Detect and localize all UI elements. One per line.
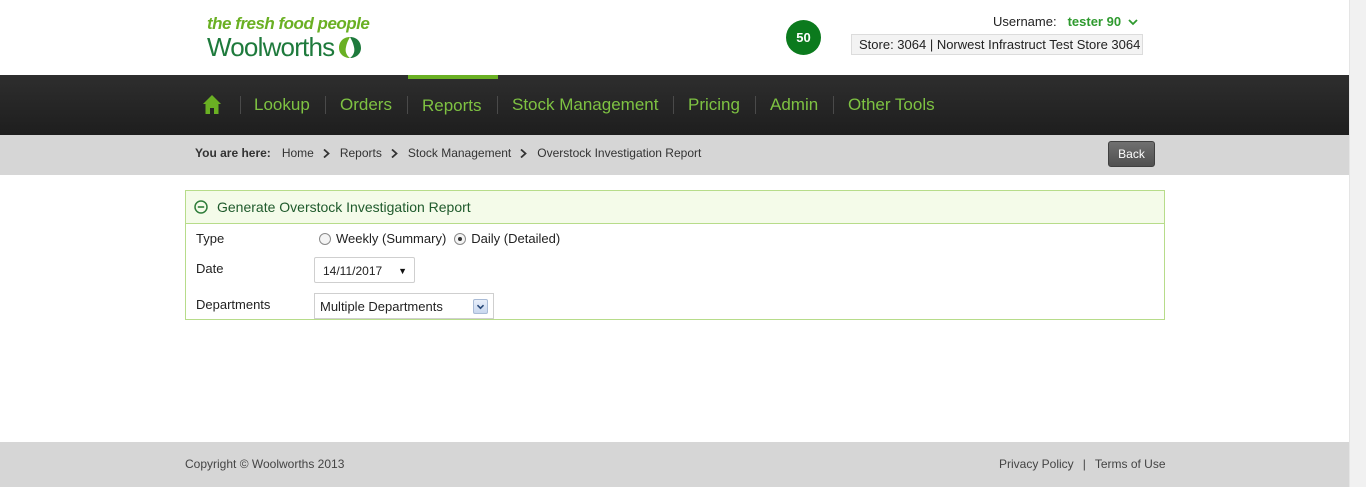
nav-item-reports[interactable]: Reports	[422, 96, 482, 116]
departments-select[interactable]: Multiple Departments	[314, 293, 494, 319]
copyright-text: Copyright © Woolworths 2013	[185, 457, 345, 471]
breadcrumb-prefix: You are here:	[195, 146, 271, 160]
radio-weekly-summary-label[interactable]: Weekly (Summary)	[336, 231, 446, 246]
nav-item-admin[interactable]: Admin	[770, 95, 818, 115]
store-selector[interactable]: Store: 3064 | Norwest Infrastruct Test S…	[851, 34, 1143, 55]
chevron-down-icon[interactable]	[473, 299, 488, 314]
breadcrumb-item-stock-management[interactable]: Stock Management	[408, 146, 511, 160]
breadcrumb: You are here: Home Reports Stock Managem…	[195, 146, 701, 160]
chevron-right-icon	[323, 148, 330, 158]
woolworths-mark-icon	[339, 37, 362, 58]
vertical-scrollbar[interactable]	[1349, 0, 1366, 487]
departments-label: Departments	[196, 297, 271, 312]
panel-header[interactable]: Generate Overstock Investigation Report	[186, 191, 1164, 224]
notification-count-badge[interactable]: 50	[786, 20, 821, 55]
breadcrumb-bar: You are here: Home Reports Stock Managem…	[0, 135, 1349, 175]
user-menu[interactable]: Username: tester 90	[993, 14, 1138, 29]
logo-brand-name: Woolworths	[207, 32, 335, 62]
radio-daily-detailed[interactable]	[454, 232, 467, 245]
breadcrumb-item-reports[interactable]: Reports	[340, 146, 382, 160]
chevron-right-icon	[391, 148, 398, 158]
panel-title: Generate Overstock Investigation Report	[217, 199, 471, 215]
nav-item-stock-management[interactable]: Stock Management	[512, 95, 658, 115]
type-radio-group: Weekly (Summary) Daily (Detailed)	[319, 231, 560, 246]
footer: Copyright © Woolworths 2013 Privacy Poli…	[0, 442, 1349, 487]
departments-value: Multiple Departments	[320, 299, 443, 314]
chevron-down-icon[interactable]	[1128, 17, 1138, 27]
username-value[interactable]: tester 90	[1068, 14, 1121, 29]
main-nav: Lookup Orders Reports Stock Management P…	[0, 75, 1349, 135]
header: the fresh food people Woolworths 50 User…	[0, 0, 1349, 75]
chevron-right-icon	[520, 148, 528, 158]
report-panel: Generate Overstock Investigation Report …	[185, 190, 1165, 320]
privacy-policy-link[interactable]: Privacy Policy	[999, 457, 1074, 471]
woolworths-logo[interactable]: the fresh food people Woolworths	[207, 14, 370, 62]
back-button[interactable]: Back	[1108, 141, 1155, 167]
radio-daily-detailed-label[interactable]: Daily (Detailed)	[471, 231, 560, 246]
nav-item-lookup[interactable]: Lookup	[254, 95, 310, 115]
date-picker[interactable]: 14/11/2017 ▼	[314, 257, 415, 283]
breadcrumb-item-current: Overstock Investigation Report	[537, 146, 702, 160]
type-label: Type	[196, 231, 225, 246]
breadcrumb-item-home[interactable]: Home	[282, 146, 314, 160]
logo-tagline: the fresh food people	[207, 14, 370, 33]
page: the fresh food people Woolworths 50 User…	[0, 0, 1366, 487]
radio-weekly-summary[interactable]	[319, 232, 331, 245]
nav-item-other-tools[interactable]: Other Tools	[848, 95, 935, 115]
nav-item-orders[interactable]: Orders	[340, 95, 392, 115]
footer-links: Privacy Policy | Terms of Use	[999, 457, 1166, 471]
nav-item-pricing[interactable]: Pricing	[688, 95, 740, 115]
footer-separator: |	[1082, 457, 1086, 471]
collapse-minus-icon[interactable]	[194, 200, 208, 214]
home-icon[interactable]	[202, 94, 222, 116]
terms-of-use-link[interactable]: Terms of Use	[1095, 457, 1166, 471]
dropdown-arrow-icon[interactable]: ▼	[398, 266, 407, 276]
username-label: Username:	[993, 14, 1057, 29]
date-value: 14/11/2017	[323, 264, 383, 278]
date-label: Date	[196, 261, 224, 276]
active-tab-indicator	[408, 75, 498, 79]
